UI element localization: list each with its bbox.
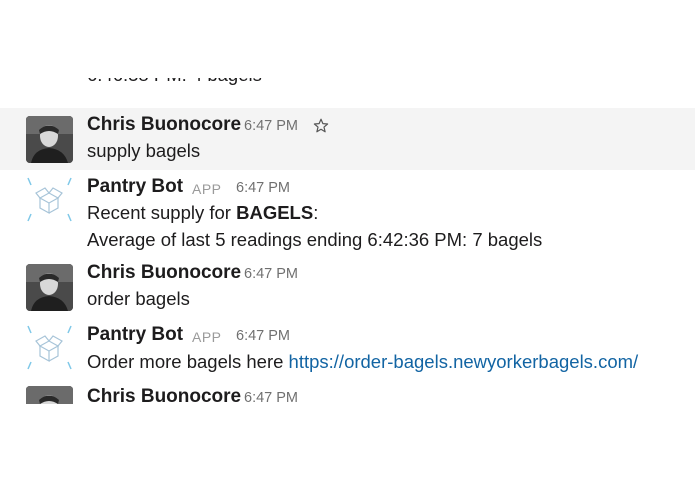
- app-badge: APP: [192, 181, 222, 197]
- message-timestamp[interactable]: 6:47 PM: [244, 390, 298, 404]
- message-text: Recent supply for BAGELS:: [87, 202, 318, 224]
- message-timestamp[interactable]: 6:47 PM: [236, 180, 290, 196]
- message-text: supply bagels: [87, 140, 201, 161]
- user-avatar-icon: [26, 116, 73, 163]
- message-timestamp[interactable]: 6:47 PM: [244, 118, 298, 134]
- author-name[interactable]: Chris Buonocore: [87, 114, 241, 136]
- message-text-prefix: Order more bagels here: [87, 351, 289, 372]
- message-item[interactable]: Chris Buonocore 6:47 PM supply bagels: [0, 108, 695, 170]
- message-item[interactable]: Chris Buonocore 6:47 PM: [0, 380, 695, 404]
- message-list[interactable]: 6:46:38 PM: 4 bagels Chris Buonocore 6:4…: [0, 78, 695, 404]
- author-name[interactable]: Pantry Bot: [87, 176, 183, 198]
- partial-message-text: 6:46:38 PM: 4 bagels: [87, 78, 262, 86]
- message-timestamp[interactable]: 6:47 PM: [236, 328, 290, 344]
- message-text-suffix: :: [313, 202, 319, 223]
- app-badge: APP: [192, 329, 222, 345]
- author-name[interactable]: Chris Buonocore: [87, 262, 241, 284]
- message-item[interactable]: Pantry Bot APP 6:47 PM Order more bagels…: [0, 318, 695, 376]
- message-text: order bagels: [87, 288, 190, 309]
- bot-avatar[interactable]: [26, 324, 73, 371]
- message-item[interactable]: Pantry Bot APP 6:47 PM Recent supply for…: [0, 172, 695, 252]
- order-link[interactable]: https://order-bagels.newyorkerbagels.com…: [289, 351, 639, 372]
- user-avatar[interactable]: [26, 386, 73, 404]
- user-avatar[interactable]: [26, 116, 73, 163]
- chat-viewport: 6:46:38 PM: 4 bagels Chris Buonocore 6:4…: [0, 0, 695, 494]
- message-text-bold: BAGELS: [236, 202, 314, 223]
- message-text-line2: Average of last 5 readings ending 6:42:3…: [87, 229, 543, 250]
- author-name[interactable]: Chris Buonocore: [87, 386, 241, 404]
- star-icon[interactable]: [313, 118, 329, 134]
- user-avatar-icon: [26, 264, 73, 311]
- box-logo-icon: [27, 325, 72, 370]
- user-avatar-icon: [26, 386, 73, 404]
- box-logo-icon: [27, 177, 72, 222]
- message-timestamp[interactable]: 6:47 PM: [244, 266, 298, 282]
- message-item[interactable]: Chris Buonocore 6:47 PM order bagels: [0, 258, 695, 314]
- message-text-prefix: Recent supply for: [87, 202, 237, 223]
- message-text: Order more bagels here https://order-bag…: [87, 351, 638, 373]
- user-avatar[interactable]: [26, 264, 73, 311]
- author-name[interactable]: Pantry Bot: [87, 324, 183, 346]
- bot-avatar[interactable]: [26, 176, 73, 223]
